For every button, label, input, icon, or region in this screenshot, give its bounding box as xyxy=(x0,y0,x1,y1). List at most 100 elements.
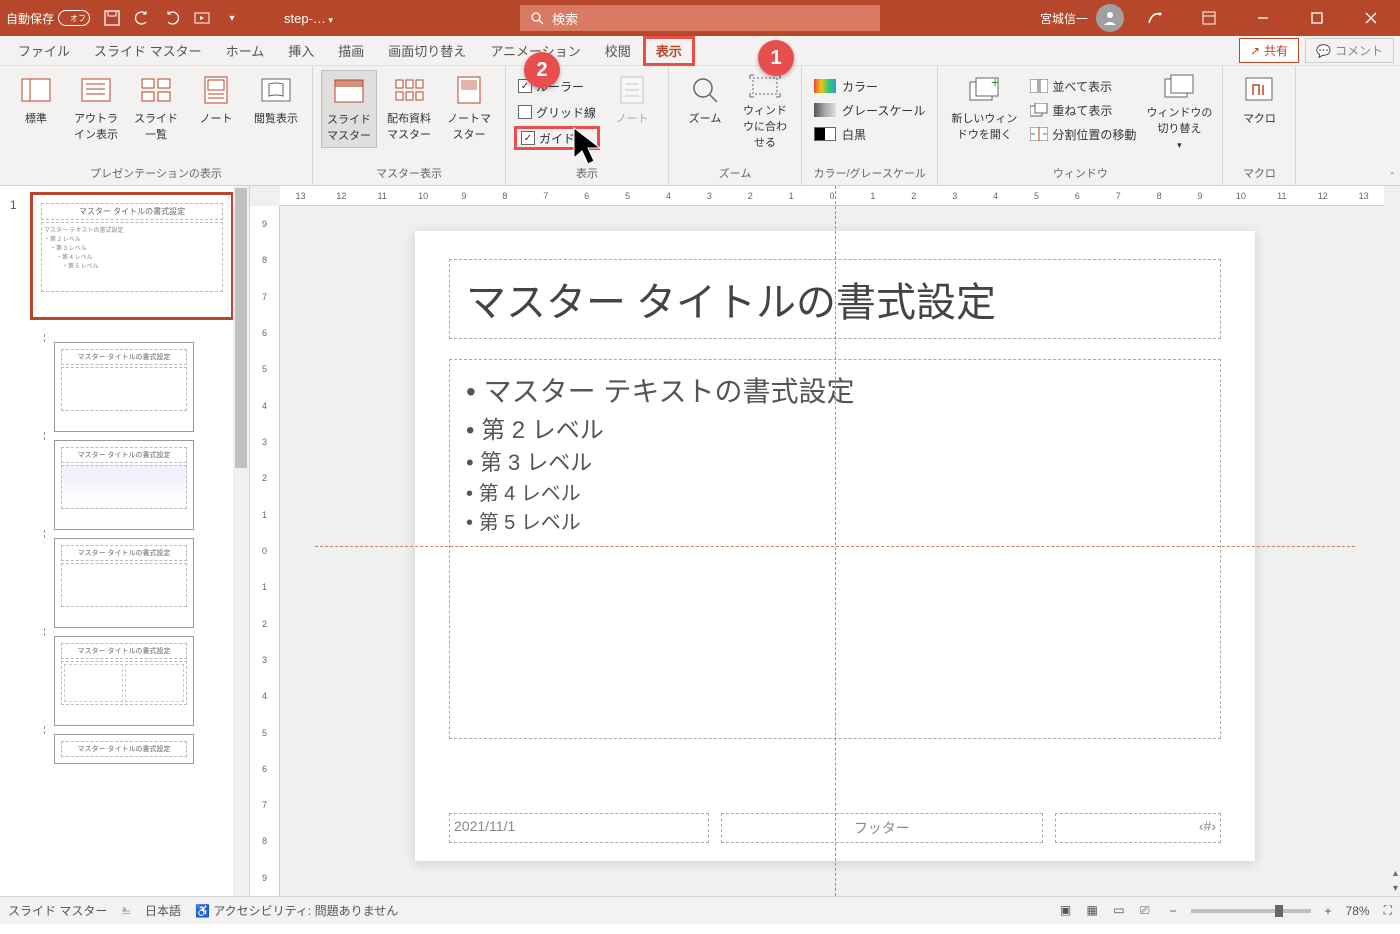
blackwhite-button[interactable]: 白黒 xyxy=(810,122,929,146)
gridlines-checkbox[interactable]: グリッド線 xyxy=(514,100,600,124)
macros-label: マクロ xyxy=(1243,110,1276,126)
zoom-level-label[interactable]: 78% xyxy=(1346,904,1370,918)
collapse-ribbon-button[interactable]: ˆ xyxy=(1391,172,1394,183)
qat-more-icon[interactable]: ▾ xyxy=(220,6,244,30)
normal-view-status-icon[interactable]: ▣ xyxy=(1054,903,1077,917)
layout-thumbnail-1[interactable]: マスター タイトルの書式設定 xyxy=(54,342,194,432)
group-macros-label: マクロ xyxy=(1243,163,1276,183)
thumb-body xyxy=(61,563,187,607)
slide-master-button[interactable]: スライドマスター xyxy=(321,70,377,148)
notes-master-button[interactable]: ノートマスター xyxy=(441,70,497,148)
thumb-title: マスター タイトルの書式設定 xyxy=(41,203,223,220)
zoom-button[interactable]: ズーム xyxy=(677,70,733,148)
thumb-body xyxy=(61,367,187,411)
layout-thumbnail-5[interactable]: マスター タイトルの書式設定 xyxy=(54,734,194,764)
thumb-title: マスター タイトルの書式設定 xyxy=(61,447,187,463)
slideshow-icon[interactable] xyxy=(190,6,214,30)
slide-master-view[interactable]: マスター タイトルの書式設定 マスター テキストの書式設定 第 2 レベル 第 … xyxy=(415,231,1255,861)
guides-checkbox[interactable]: ガイド xyxy=(514,126,600,150)
notes-page-button[interactable]: ノート xyxy=(188,70,244,148)
split-label: 分割位置の移動 xyxy=(1052,126,1136,143)
tab-review[interactable]: 校閲 xyxy=(593,36,643,66)
thumbnail-scrollbar[interactable] xyxy=(233,186,249,896)
sorter-view-status-icon[interactable]: ▦ xyxy=(1081,903,1104,917)
canvas-scrollbar[interactable] xyxy=(1384,206,1400,896)
tab-home[interactable]: ホーム xyxy=(214,36,277,66)
undo-icon[interactable] xyxy=(130,6,154,30)
notes-page-icon xyxy=(200,74,232,106)
filename-label[interactable]: step-… xyxy=(284,11,333,26)
reading-view-button[interactable]: 閲覧表示 xyxy=(248,70,304,148)
vertical-guide[interactable] xyxy=(835,186,836,896)
zoom-in-button[interactable]: + xyxy=(1325,904,1332,918)
fit-to-window-status-icon[interactable]: ⛶ xyxy=(1384,903,1392,918)
handout-master-button[interactable]: 配布資料マスター xyxy=(381,70,437,148)
switch-windows-label: ウィンドウの切り替え xyxy=(1146,104,1212,136)
layout-thumbnail-2[interactable]: マスター タイトルの書式設定 xyxy=(54,440,194,530)
slide-stage[interactable]: マスター タイトルの書式設定 マスター テキストの書式設定 第 2 レベル 第 … xyxy=(310,216,1360,876)
fit-window-button[interactable]: ウィンドウに合わせる xyxy=(737,70,793,148)
tab-file[interactable]: ファイル xyxy=(6,36,82,66)
macros-button[interactable]: マクロ xyxy=(1231,70,1287,148)
arrange-all-button[interactable]: 並べて表示 xyxy=(1026,74,1140,98)
coming-soon-icon[interactable] xyxy=(1132,0,1178,36)
title-bar: 自動保存 オフ ▾ step-… 検索 宮城信一 xyxy=(0,0,1400,36)
ribbon-display-icon[interactable] xyxy=(1186,0,1232,36)
zoom-slider[interactable] xyxy=(1191,909,1311,913)
tab-draw[interactable]: 描画 xyxy=(326,36,376,66)
tab-insert[interactable]: 挿入 xyxy=(276,36,326,66)
slide-master-label: スライドマスター xyxy=(324,111,374,143)
redo-icon[interactable] xyxy=(160,6,184,30)
switch-windows-button[interactable]: ウィンドウの切り替え▾ xyxy=(1144,70,1214,148)
guides-check-icon xyxy=(521,131,535,145)
autosave-switch[interactable]: オフ xyxy=(58,10,90,26)
footer-placeholder[interactable]: フッター xyxy=(721,813,1043,843)
scrollbar-handle[interactable] xyxy=(235,188,247,468)
new-window-icon: + xyxy=(968,74,1000,106)
tab-transitions[interactable]: 画面切り替え xyxy=(376,36,478,66)
group-macros: マクロ マクロ xyxy=(1223,66,1296,185)
blackwhite-label: 白黒 xyxy=(842,126,866,143)
slide-sorter-button[interactable]: スライド一覧 xyxy=(128,70,184,148)
color-button[interactable]: カラー xyxy=(810,74,929,98)
new-window-button[interactable]: +新しいウィンドウを開く xyxy=(946,70,1022,148)
slideshow-status-icon[interactable]: ⎚ xyxy=(1134,903,1156,917)
maximize-button[interactable] xyxy=(1294,0,1340,36)
spellcheck-icon[interactable]: ⎁ xyxy=(121,903,131,918)
reading-view-status-icon[interactable]: ▭ xyxy=(1107,903,1130,917)
prev-slide-icon[interactable]: ▴ xyxy=(1393,868,1398,879)
arrange-icon xyxy=(1030,79,1048,93)
slidenumber-placeholder[interactable]: ‹#› xyxy=(1055,813,1221,843)
autosave-toggle[interactable]: 自動保存 オフ xyxy=(6,10,90,27)
master-thumbnail[interactable]: マスター タイトルの書式設定 マスター テキストの書式設定 ・第 2 レベル ・… xyxy=(32,194,232,318)
minimize-button[interactable] xyxy=(1240,0,1286,36)
grayscale-button[interactable]: グレースケール xyxy=(810,98,929,122)
date-placeholder[interactable]: 2021/11/1 xyxy=(449,813,709,843)
move-split-button[interactable]: 分割位置の移動 xyxy=(1026,122,1140,146)
share-button[interactable]: ↗共有 xyxy=(1239,38,1299,63)
cascade-button[interactable]: 重ねて表示 xyxy=(1026,98,1140,122)
zoom-knob[interactable] xyxy=(1275,905,1283,917)
accessibility-status[interactable]: ♿ アクセシビリティ: 問題ありません xyxy=(195,902,398,919)
editor-area: 1 マスター タイトルの書式設定 マスター テキストの書式設定 ・第 2 レベル… xyxy=(0,186,1400,896)
normal-view-button[interactable]: 標準 xyxy=(8,70,64,148)
group-master-views: スライドマスター 配布資料マスター ノートマスター マスター表示 xyxy=(313,66,506,185)
search-box[interactable]: 検索 xyxy=(520,5,880,31)
layout-thumbnail-3[interactable]: マスター タイトルの書式設定 xyxy=(54,538,194,628)
layout-thumbnail-4[interactable]: マスター タイトルの書式設定 xyxy=(54,636,194,726)
tab-view[interactable]: 表示 xyxy=(643,36,695,66)
comments-button[interactable]: 💬コメント xyxy=(1305,38,1394,63)
next-slide-icon[interactable]: ▾ xyxy=(1393,883,1398,894)
close-button[interactable] xyxy=(1348,0,1394,36)
outline-view-button[interactable]: アウトライン表示 xyxy=(68,70,124,148)
user-avatar[interactable] xyxy=(1096,4,1124,32)
thumbnail-pane[interactable]: 1 マスター タイトルの書式設定 マスター テキストの書式設定 ・第 2 レベル… xyxy=(0,186,250,896)
language-label[interactable]: 日本語 xyxy=(145,902,181,919)
tab-slide-master[interactable]: スライド マスター xyxy=(82,36,214,66)
outline-view-label: アウトライン表示 xyxy=(70,110,122,142)
horizontal-ruler[interactable]: 13121110987654321012345678910111213 xyxy=(280,186,1384,206)
group-presentation-views-label: プレゼンテーションの表示 xyxy=(90,163,222,183)
vertical-ruler[interactable]: 9876543210123456789 xyxy=(250,206,280,896)
save-icon[interactable] xyxy=(100,6,124,30)
zoom-out-button[interactable]: − xyxy=(1170,904,1177,918)
